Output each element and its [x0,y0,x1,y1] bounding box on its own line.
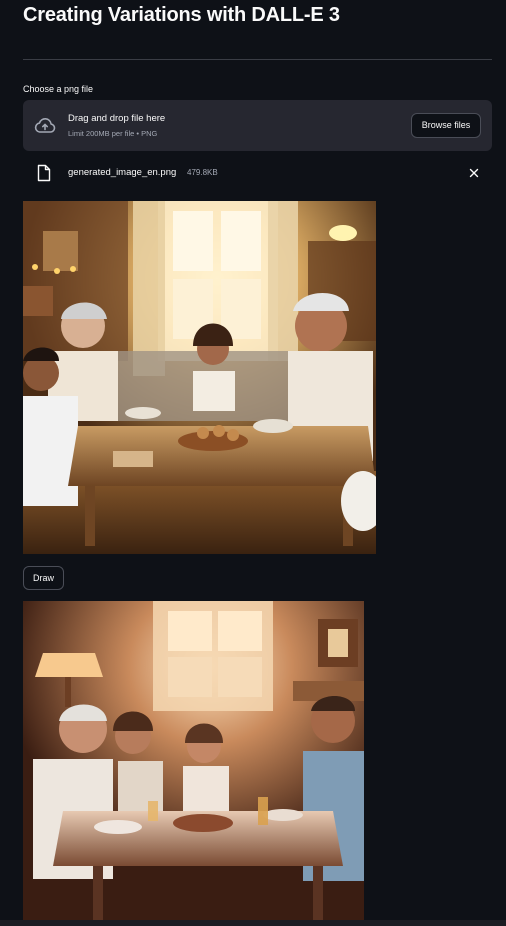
cloud-upload-icon [34,118,56,133]
draw-button[interactable]: Draw [23,566,64,590]
dropzone-limit-text: Limit 200MB per file • PNG [68,129,158,138]
bottom-bar [0,920,506,926]
uploaded-file-name: generated_image_en.png [68,167,177,178]
uploaded-file-size: 479.8KB [187,168,218,177]
variation-image [23,601,364,926]
page-title: Creating Variations with DALL-E 3 [23,4,340,26]
file-dropzone[interactable]: Drag and drop file here Limit 200MB per … [23,100,492,151]
uploaded-image [23,201,376,554]
file-icon [37,164,51,182]
family-dinner-image [23,201,376,554]
generated-variation-image [23,601,364,926]
app-page: Creating Variations with DALL-E 3 Choose… [0,0,506,926]
uploader-label: Choose a png file [23,84,94,94]
title-divider [23,59,492,60]
uploaded-file-row: generated_image_en.png 479.8KB [23,160,492,186]
browse-files-button[interactable]: Browse files [411,113,481,138]
dropzone-title: Drag and drop file here [68,113,166,124]
close-icon[interactable] [468,167,480,179]
